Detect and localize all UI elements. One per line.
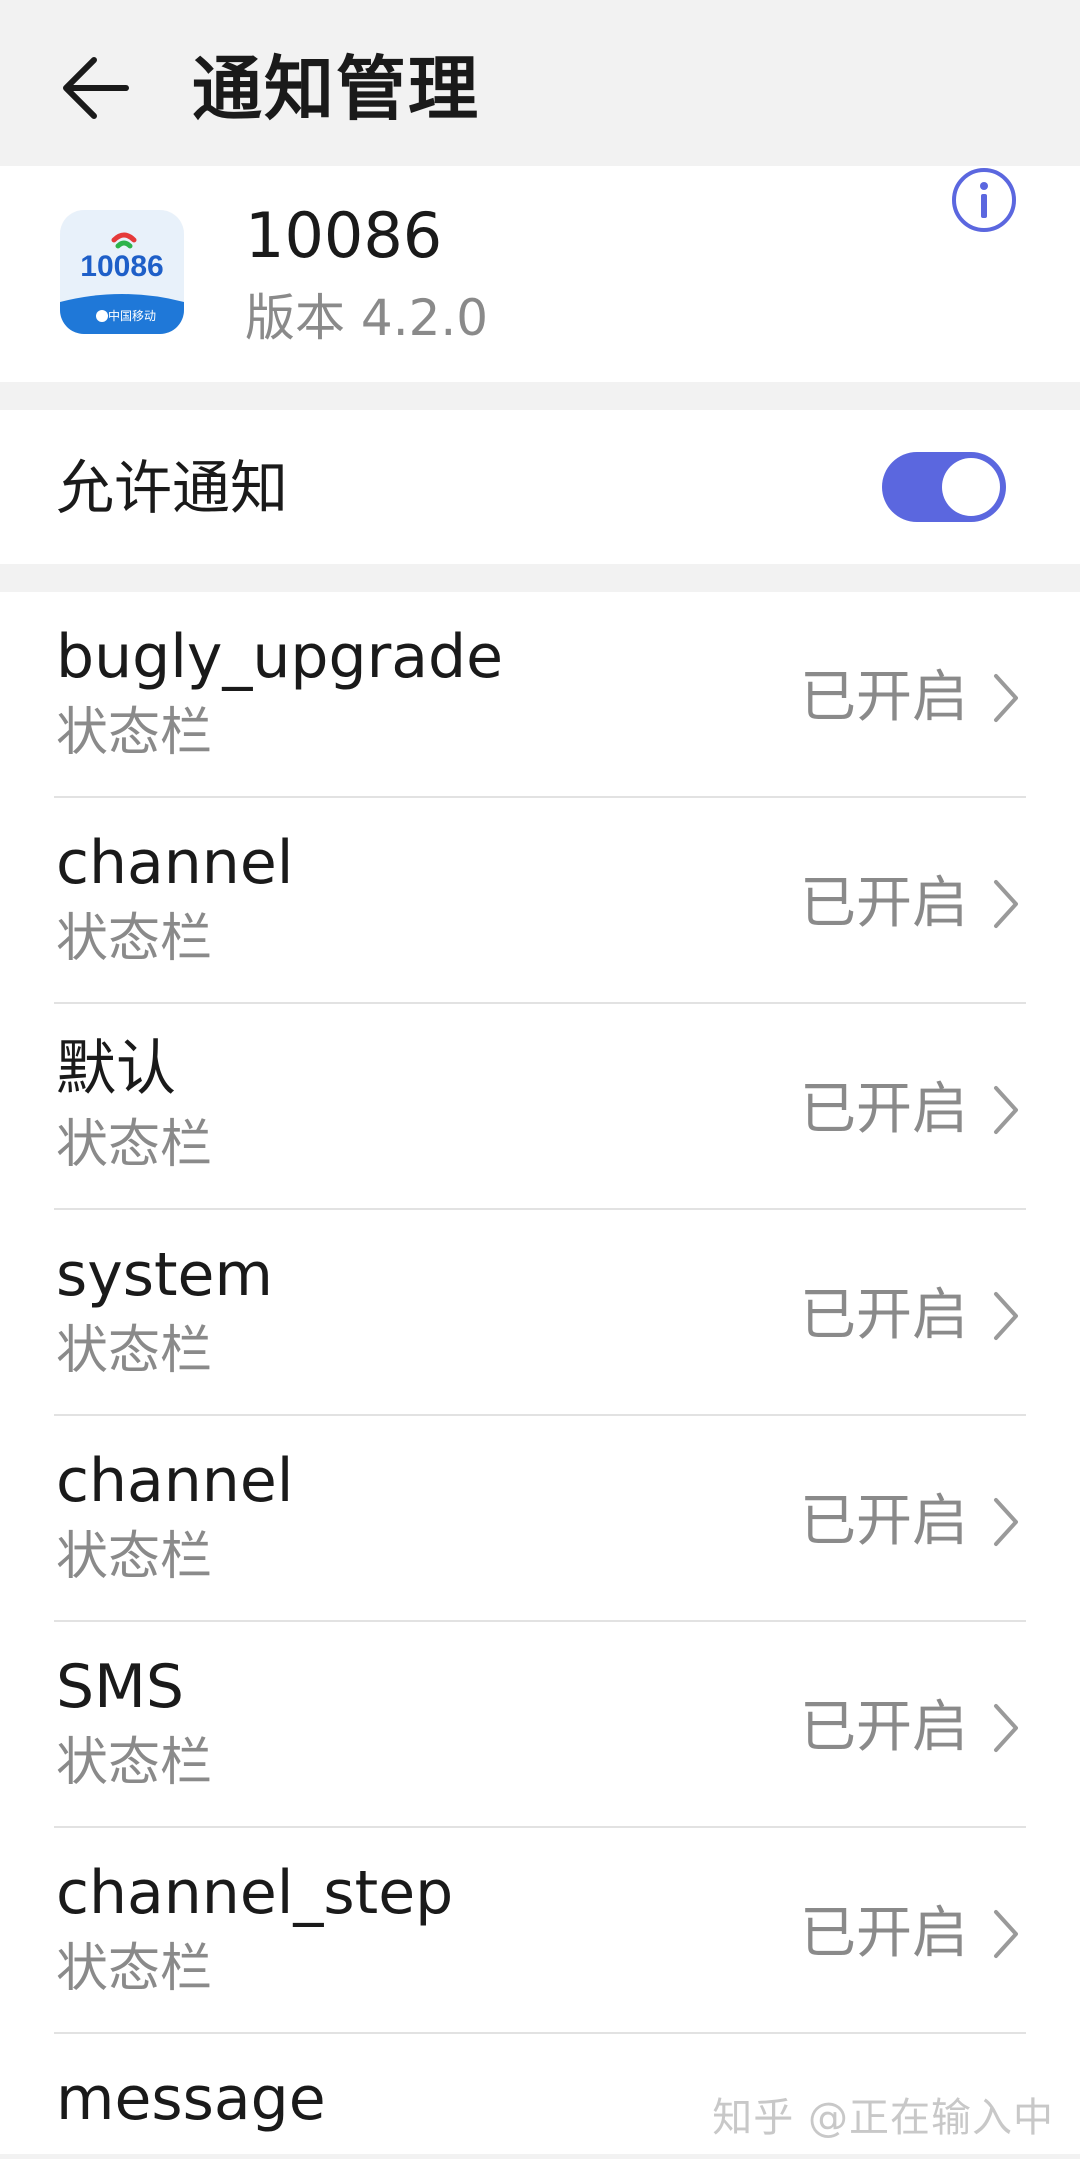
- allow-notifications-label: 允许通知: [56, 454, 289, 522]
- channel-subtitle: 状态栏: [56, 1115, 213, 1175]
- channel-title: message: [56, 2064, 326, 2134]
- allow-notifications-row: 允许通知: [0, 410, 1080, 564]
- arrow-left-icon: [63, 57, 129, 119]
- channel-status: 已开启: [800, 1077, 968, 1142]
- channel-status: 已开启: [800, 871, 968, 936]
- chevron-right-icon: [994, 674, 1018, 722]
- channel-row[interactable]: channel 状态栏 已开启: [0, 798, 1080, 1004]
- channel-status: 已开启: [800, 1901, 968, 1966]
- channel-title: channel: [56, 1446, 294, 1516]
- channel-row[interactable]: SMS 状态栏 已开启: [0, 1622, 1080, 1828]
- section-gap: [0, 382, 1080, 410]
- app-name: 10086: [245, 199, 443, 272]
- channel-title: channel_step: [56, 1858, 454, 1928]
- channel-row[interactable]: system 状态栏 已开启: [0, 1210, 1080, 1416]
- channel-row[interactable]: bugly_upgrade 状态栏 已开启: [0, 592, 1080, 798]
- chevron-right-icon: [994, 1704, 1018, 1752]
- info-circle-icon: [952, 168, 1016, 232]
- channel-list: bugly_upgrade 状态栏 已开启 channel 状态栏 已开启 默认…: [0, 592, 1080, 2154]
- channel-row[interactable]: channel 状态栏 已开启: [0, 1416, 1080, 1622]
- channel-subtitle: 状态栏: [56, 1939, 213, 1999]
- channel-row[interactable]: 默认 状态栏 已开启: [0, 1004, 1080, 1210]
- channel-subtitle: 状态栏: [56, 1527, 213, 1587]
- channel-subtitle: 状态栏: [56, 909, 213, 969]
- app-icon-label: 10086: [80, 250, 163, 283]
- app-info-button[interactable]: [950, 166, 1018, 234]
- channel-title: SMS: [56, 1652, 184, 1722]
- channel-subtitle: 状态栏: [56, 1321, 213, 1381]
- chevron-right-icon: [994, 1086, 1018, 1134]
- section-gap: [0, 564, 1080, 592]
- channel-title: bugly_upgrade: [56, 622, 504, 692]
- chevron-right-icon: [994, 1910, 1018, 1958]
- title-bar: 通知管理: [0, 0, 1080, 166]
- allow-notifications-switch[interactable]: [882, 452, 1006, 522]
- channel-title: 默认: [56, 1034, 176, 1104]
- chevron-right-icon: [994, 1292, 1018, 1340]
- page-title: 通知管理: [192, 48, 480, 130]
- app-icon-sublabel: 中国移动: [108, 308, 156, 323]
- channel-row[interactable]: channel_step 状态栏 已开启: [0, 1828, 1080, 2034]
- channel-subtitle: 状态栏: [56, 1733, 213, 1793]
- back-button[interactable]: [56, 48, 136, 128]
- chevron-right-icon: [994, 1498, 1018, 1546]
- channel-title: channel: [56, 828, 294, 898]
- app-info-card: 10086 中国移动 10086 版本 4.2.0: [0, 166, 1080, 382]
- channel-title: system: [56, 1240, 273, 1310]
- chevron-right-icon: [994, 880, 1018, 928]
- app-version: 版本 4.2.0: [245, 289, 489, 347]
- channel-subtitle: 状态栏: [56, 703, 213, 763]
- channel-status: 已开启: [800, 1283, 968, 1348]
- channel-status: 已开启: [800, 1489, 968, 1554]
- channel-status: 已开启: [800, 1695, 968, 1760]
- watermark: 知乎 @正在输入中: [712, 2095, 1054, 2141]
- channel-status: 已开启: [800, 665, 968, 730]
- switch-knob: [942, 458, 1000, 516]
- china-mobile-10086-app-icon: 10086 中国移动: [60, 210, 184, 334]
- notification-management-page: 通知管理 10086 中国移动 10086 版本 4.2.0 允许通知 bugl…: [0, 0, 1080, 2159]
